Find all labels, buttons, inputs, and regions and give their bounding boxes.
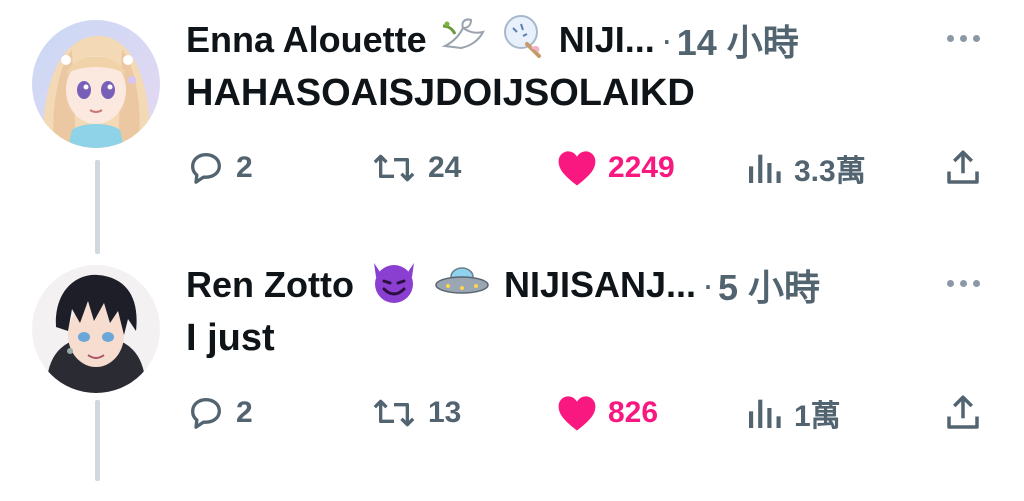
tweet[interactable]: Enna Alouette NIJI... · 14 小時 HAHASOAISJ… bbox=[0, 14, 1024, 256]
retweet-button[interactable]: 13 bbox=[370, 389, 461, 437]
views-count: 1萬 bbox=[794, 400, 841, 433]
heart-icon bbox=[558, 396, 596, 431]
smiling-devil-emoji bbox=[368, 257, 420, 314]
reply-icon bbox=[191, 398, 221, 429]
dot-icon bbox=[960, 34, 967, 42]
folding-fan-emoji bbox=[501, 14, 545, 67]
author-name[interactable]: Ren Zotto bbox=[186, 264, 354, 306]
reply-count: 2 bbox=[236, 151, 253, 184]
tweet-text: HAHASOAISJDOIJSOLAIKD bbox=[186, 72, 695, 114]
retweet-count: 13 bbox=[428, 396, 462, 429]
dot-icon bbox=[947, 279, 954, 287]
separator-dot: · bbox=[660, 19, 673, 60]
share-button[interactable] bbox=[942, 144, 984, 192]
flying-saucer-emoji bbox=[434, 261, 490, 310]
reply-icon bbox=[191, 153, 221, 184]
timestamp[interactable]: 5 小時 bbox=[718, 259, 820, 311]
retweet-count: 24 bbox=[428, 151, 462, 184]
like-button[interactable]: 826 bbox=[556, 389, 658, 437]
dove-emoji bbox=[441, 16, 487, 65]
views-button[interactable]: 1萬 bbox=[744, 389, 841, 437]
tweet-header: Enna Alouette NIJI... · 14 小時 bbox=[186, 14, 799, 67]
tweet-header: Ren Zotto NIJISANJ... · 5 小時 bbox=[186, 261, 820, 309]
like-button[interactable]: 2249 bbox=[556, 144, 675, 192]
like-count: 826 bbox=[608, 396, 659, 429]
heart-icon bbox=[558, 151, 596, 186]
separator-dot: · bbox=[702, 264, 715, 305]
more-options-button[interactable] bbox=[947, 26, 980, 50]
reply-button[interactable]: 2 bbox=[186, 144, 253, 192]
author-handle[interactable]: NIJI... bbox=[559, 19, 655, 61]
views-icon bbox=[749, 154, 781, 183]
views-icon bbox=[749, 399, 781, 428]
retweet-button[interactable]: 24 bbox=[370, 144, 461, 192]
dot-icon bbox=[973, 279, 980, 287]
dot-icon bbox=[947, 34, 954, 42]
retweet-icon bbox=[373, 154, 415, 182]
share-icon bbox=[947, 150, 979, 184]
reply-button[interactable]: 2 bbox=[186, 389, 253, 437]
reply-count: 2 bbox=[236, 396, 253, 429]
tweet[interactable]: Ren Zotto NIJISANJ... · 5 小時 I just 2 13… bbox=[0, 261, 1024, 501]
tweet-text: I just bbox=[186, 317, 275, 359]
retweet-icon bbox=[373, 399, 415, 427]
views-count: 3.3萬 bbox=[794, 155, 866, 188]
share-button[interactable] bbox=[942, 389, 984, 437]
avatar[interactable] bbox=[32, 20, 160, 148]
views-button[interactable]: 3.3萬 bbox=[744, 144, 866, 192]
tweet-actions: 2 13 826 1萬 bbox=[186, 389, 986, 437]
dot-icon bbox=[960, 279, 967, 287]
timestamp[interactable]: 14 小時 bbox=[677, 14, 799, 66]
share-icon bbox=[947, 395, 979, 429]
dot-icon bbox=[973, 34, 980, 42]
tweet-actions: 2 24 2249 3.3萬 bbox=[186, 144, 986, 192]
author-name[interactable]: Enna Alouette bbox=[186, 19, 427, 61]
avatar[interactable] bbox=[32, 265, 160, 393]
like-count: 2249 bbox=[608, 151, 675, 184]
more-options-button[interactable] bbox=[947, 271, 980, 295]
author-handle[interactable]: NIJISANJ... bbox=[504, 264, 696, 306]
conversation-thread: Enna Alouette NIJI... · 14 小時 HAHASOAISJ… bbox=[0, 0, 1024, 481]
